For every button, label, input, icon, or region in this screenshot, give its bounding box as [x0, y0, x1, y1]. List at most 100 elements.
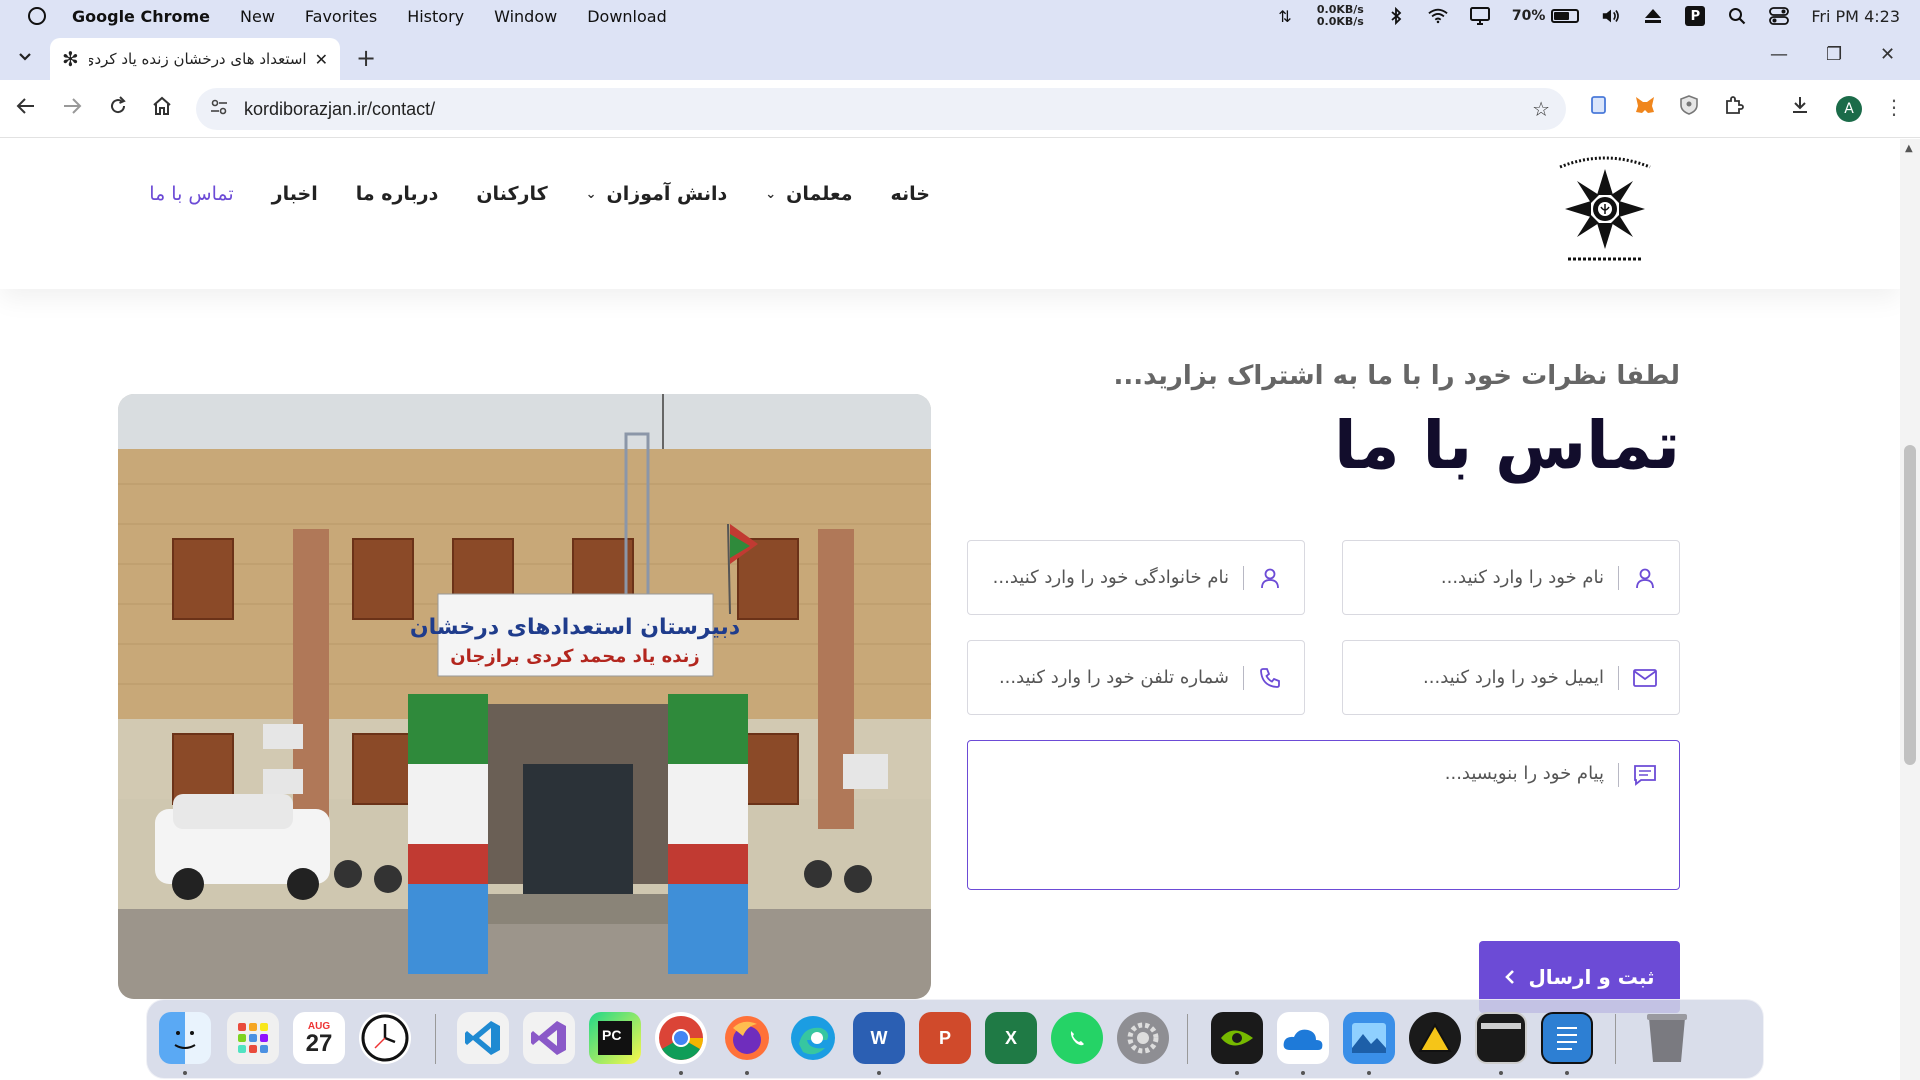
- nav-home-label: خانه: [890, 183, 930, 205]
- address-bar[interactable]: kordiborazjan.ir/contact/ ☆: [196, 88, 1566, 130]
- excel-icon[interactable]: X: [985, 1012, 1037, 1064]
- p-app-icon[interactable]: P: [1685, 6, 1706, 26]
- chevron-down-icon: ⌄: [585, 186, 597, 202]
- volume-icon[interactable]: [1601, 7, 1621, 25]
- scroll-up-icon[interactable]: ▲: [1905, 143, 1913, 154]
- running-indicator: [877, 1071, 881, 1075]
- system-menu-icon[interactable]: [28, 7, 46, 25]
- trash-icon[interactable]: [1641, 1012, 1693, 1064]
- school-building-photo: دبیرستان استعدادهای درخشان زنده یاد محمد…: [118, 394, 931, 999]
- menu-window[interactable]: Window: [494, 7, 557, 26]
- forward-icon[interactable]: [62, 96, 82, 120]
- chrome-menu-icon[interactable]: ⋮: [1884, 95, 1904, 119]
- notes-document-icon[interactable]: [1541, 1012, 1593, 1064]
- phone-placeholder: شماره تلفن خود را وارد کنید...: [998, 667, 1229, 688]
- nav-teachers-label: معلمان: [786, 183, 853, 205]
- tab-active[interactable]: ✻ استعداد های درخشان زنده یاد کردی ✕: [50, 38, 340, 80]
- home-icon[interactable]: [152, 96, 172, 121]
- menu-favorites[interactable]: Favorites: [305, 7, 377, 26]
- photo-sign-line2: زنده یاد محمد کردی برازجان: [450, 646, 700, 667]
- tab-close-icon[interactable]: ✕: [315, 50, 328, 69]
- shield-extension-icon[interactable]: [1680, 95, 1698, 120]
- calendar-day: 27: [305, 1029, 333, 1057]
- updown-arrows-icon: ⇅: [1278, 6, 1292, 26]
- menu-download[interactable]: Download: [587, 7, 667, 26]
- control-center-icon[interactable]: [1769, 7, 1790, 25]
- powerpoint-icon[interactable]: P: [919, 1012, 971, 1064]
- email-field[interactable]: ایمیل خود را وارد کنید...: [1342, 640, 1680, 715]
- photo-sign-line1: دبیرستان استعدادهای درخشان: [410, 615, 740, 640]
- warning-app-icon[interactable]: [1409, 1012, 1461, 1064]
- calendar-icon[interactable]: AUG 27: [293, 1012, 345, 1064]
- word-icon[interactable]: W: [853, 1012, 905, 1064]
- profile-avatar[interactable]: A: [1836, 96, 1862, 122]
- menu-new[interactable]: New: [240, 7, 275, 26]
- restore-window-icon[interactable]: ❐: [1826, 44, 1842, 65]
- first-name-field[interactable]: نام خود را وارد کنید...: [1342, 540, 1680, 615]
- menu-history[interactable]: History: [407, 7, 464, 26]
- message-textarea[interactable]: پیام خود را بنویسید...: [967, 740, 1680, 890]
- phone-field[interactable]: شماره تلفن خود را وارد کنید...: [967, 640, 1305, 715]
- nav-staff[interactable]: کارکنان: [476, 183, 547, 205]
- metamask-extension-icon[interactable]: [1634, 95, 1656, 120]
- pycharm-icon[interactable]: PC: [589, 1012, 641, 1064]
- launchpad-icon[interactable]: [227, 1012, 279, 1064]
- eject-icon[interactable]: [1643, 7, 1663, 25]
- dock-separator: [1615, 1014, 1616, 1064]
- reading-list-icon[interactable]: [1590, 95, 1608, 120]
- nav-home[interactable]: خانه: [891, 183, 930, 205]
- first-name-placeholder: نام خود را وارد کنید...: [1440, 567, 1604, 588]
- downloads-icon[interactable]: [1790, 95, 1810, 120]
- nvidia-icon[interactable]: [1211, 1012, 1263, 1064]
- extensions-puzzle-icon[interactable]: [1724, 95, 1744, 120]
- nav-contact[interactable]: تماس با ما: [149, 183, 233, 205]
- edge-icon[interactable]: [787, 1012, 839, 1064]
- nav-teachers[interactable]: معلمان ⌄: [765, 183, 852, 205]
- last-name-field[interactable]: نام خانوادگی خود را وارد کنید...: [967, 540, 1305, 615]
- menubar-clock[interactable]: Fri PM 4:23: [1811, 7, 1900, 26]
- nav-students[interactable]: دانش آموزان ⌄: [586, 183, 728, 205]
- terminal-icon[interactable]: [1475, 1012, 1527, 1064]
- message-placeholder: پیام خود را بنویسید...: [1444, 763, 1604, 784]
- display-icon[interactable]: [1469, 7, 1490, 25]
- message-icon: [1633, 763, 1657, 787]
- system-settings-icon[interactable]: [1117, 1012, 1169, 1064]
- bookmark-star-icon[interactable]: ☆: [1532, 97, 1550, 121]
- finder-icon[interactable]: [159, 1012, 211, 1064]
- school-logo[interactable]: [1550, 151, 1660, 271]
- field-divider: [1243, 665, 1244, 690]
- preview-icon[interactable]: [1343, 1012, 1395, 1064]
- chrome-icon[interactable]: [655, 1012, 707, 1064]
- visual-studio-icon[interactable]: [523, 1012, 575, 1064]
- submit-label: ثبت و ارسال: [1528, 965, 1655, 989]
- running-indicator: [183, 1071, 187, 1075]
- onedrive-icon[interactable]: [1277, 1012, 1329, 1064]
- tab-search-dropdown-icon[interactable]: [8, 42, 42, 72]
- contact-subtitle: لطفا نظرات خود را با ما به اشتراک بزارید…: [1113, 361, 1681, 391]
- firefox-icon[interactable]: [721, 1012, 773, 1064]
- running-indicator: [679, 1071, 683, 1075]
- excel-label: X: [1004, 1027, 1017, 1048]
- whatsapp-icon[interactable]: [1051, 1012, 1103, 1064]
- nav-about[interactable]: درباره ما: [356, 183, 439, 205]
- site-info-icon[interactable]: [210, 99, 228, 119]
- battery-icon: [1551, 9, 1580, 23]
- new-tab-icon[interactable]: +: [356, 44, 376, 72]
- running-indicator: [745, 1071, 749, 1075]
- url-text: kordiborazjan.ir/contact/: [244, 98, 436, 119]
- wifi-icon[interactable]: [1428, 7, 1448, 25]
- spotlight-search-icon[interactable]: [1727, 7, 1747, 25]
- back-icon[interactable]: [16, 96, 36, 120]
- reload-icon[interactable]: [108, 96, 128, 121]
- bluetooth-icon[interactable]: [1386, 7, 1406, 25]
- minimize-window-icon[interactable]: —: [1770, 44, 1788, 65]
- menu-app-name[interactable]: Google Chrome: [72, 7, 210, 26]
- running-indicator: [1235, 1071, 1239, 1075]
- scrollbar-thumb[interactable]: [1904, 445, 1916, 765]
- page-scrollbar[interactable]: ▲: [1900, 139, 1920, 1080]
- nav-news[interactable]: اخبار: [272, 183, 318, 205]
- battery-status[interactable]: 70%: [1512, 8, 1580, 24]
- clock-app-icon[interactable]: [359, 1012, 411, 1064]
- close-window-icon[interactable]: ✕: [1880, 44, 1895, 65]
- vscode-icon[interactable]: [457, 1012, 509, 1064]
